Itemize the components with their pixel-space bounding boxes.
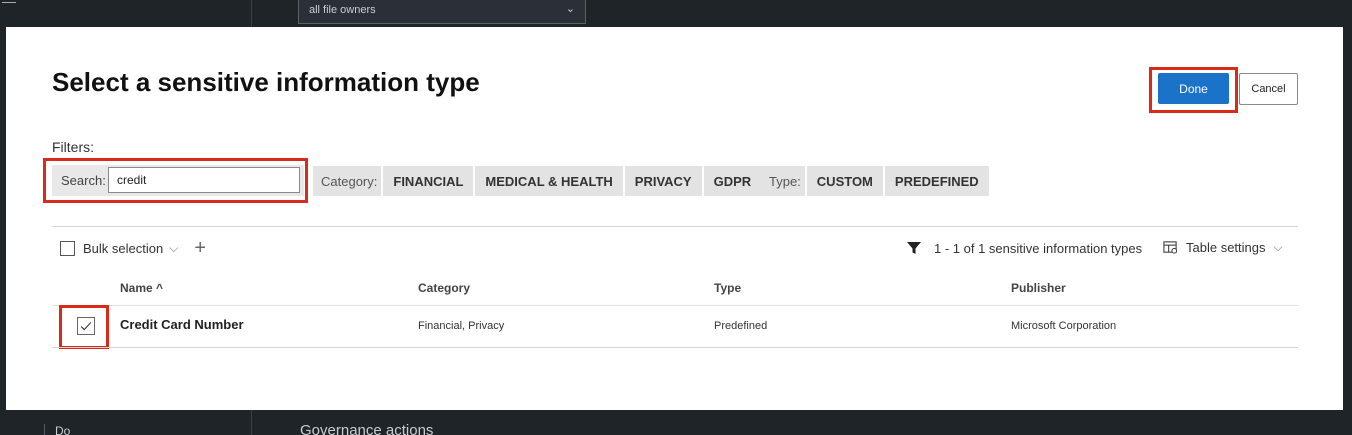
table-settings-label: Table settings	[1186, 240, 1266, 255]
search-input[interactable]	[108, 167, 300, 193]
type-predefined-chip[interactable]: PREDEFINED	[884, 166, 989, 196]
type-label: Type:	[761, 166, 805, 196]
category-filter: Category: FINANCIAL MEDICAL & HEALTH PRI…	[313, 166, 762, 196]
bulk-select-checkbox[interactable]	[60, 240, 75, 256]
column-header-name-label: Name	[120, 281, 153, 295]
column-header-category[interactable]: Category	[418, 281, 470, 295]
bulk-selection-label: Bulk selection	[83, 240, 164, 256]
done-button[interactable]: Done	[1158, 73, 1229, 104]
row-type: Predefined	[714, 320, 768, 332]
column-header-name[interactable]: Name ^	[120, 281, 163, 295]
row-checkbox[interactable]	[77, 317, 95, 335]
type-filter: Type: CUSTOM PREDEFINED	[761, 166, 989, 196]
cancel-button[interactable]: Cancel	[1239, 73, 1298, 105]
search-label: Search:	[61, 173, 106, 188]
file-owner-dropdown[interactable]: all file owners ⌄	[298, 0, 586, 24]
table-settings-button[interactable]: Table settings ⌵	[1163, 240, 1283, 255]
category-financial-chip[interactable]: FINANCIAL	[383, 166, 474, 196]
category-gdpr-chip[interactable]: GDPR	[703, 166, 762, 196]
divider	[52, 226, 1298, 227]
checkmark-icon	[80, 322, 92, 331]
governance-actions-heading: Governance actions	[300, 422, 434, 435]
dialog-title: Select a sensitive information type	[52, 67, 480, 97]
chevron-down-icon[interactable]: ⌵	[169, 241, 178, 256]
category-privacy-chip[interactable]: PRIVACY	[624, 166, 702, 196]
sort-ascending-icon: ^	[156, 281, 164, 295]
chevron-down-icon: ⌵	[1273, 240, 1283, 254]
hamburger-icon[interactable]	[2, 2, 16, 5]
row-name: Credit Card Number	[120, 317, 244, 332]
category-medical-health-chip[interactable]: MEDICAL & HEALTH	[475, 166, 623, 196]
column-header-type[interactable]: Type	[714, 281, 741, 295]
add-icon[interactable]: +	[194, 238, 206, 258]
sensitive-info-type-dialog: Select a sensitive information type Done…	[6, 27, 1343, 410]
table-settings-icon	[1163, 241, 1178, 254]
category-label: Category:	[313, 166, 382, 196]
file-owner-value: all file owners	[309, 4, 376, 16]
row-category: Financial, Privacy	[418, 320, 505, 332]
bulk-selection[interactable]: Bulk selection ⌵ +	[60, 238, 206, 258]
results-count-text: 1 - 1 of 1 sensitive information types	[934, 240, 1143, 256]
column-header-publisher[interactable]: Publisher	[1011, 281, 1066, 295]
filters-label: Filters:	[52, 139, 94, 155]
type-custom-chip[interactable]: CUSTOM	[806, 166, 883, 196]
divider	[52, 347, 1298, 348]
filter-icon[interactable]	[906, 240, 922, 256]
results-count: 1 - 1 of 1 sensitive information types	[906, 240, 1142, 256]
row-publisher: Microsoft Corporation	[1011, 320, 1117, 332]
search-filter: Search:	[52, 165, 304, 196]
chevron-down-icon: ⌄	[565, 3, 575, 15]
background-left-text: Do	[44, 424, 70, 435]
table-row[interactable]: Credit Card Number Financial, Privacy Pr…	[52, 306, 1298, 347]
